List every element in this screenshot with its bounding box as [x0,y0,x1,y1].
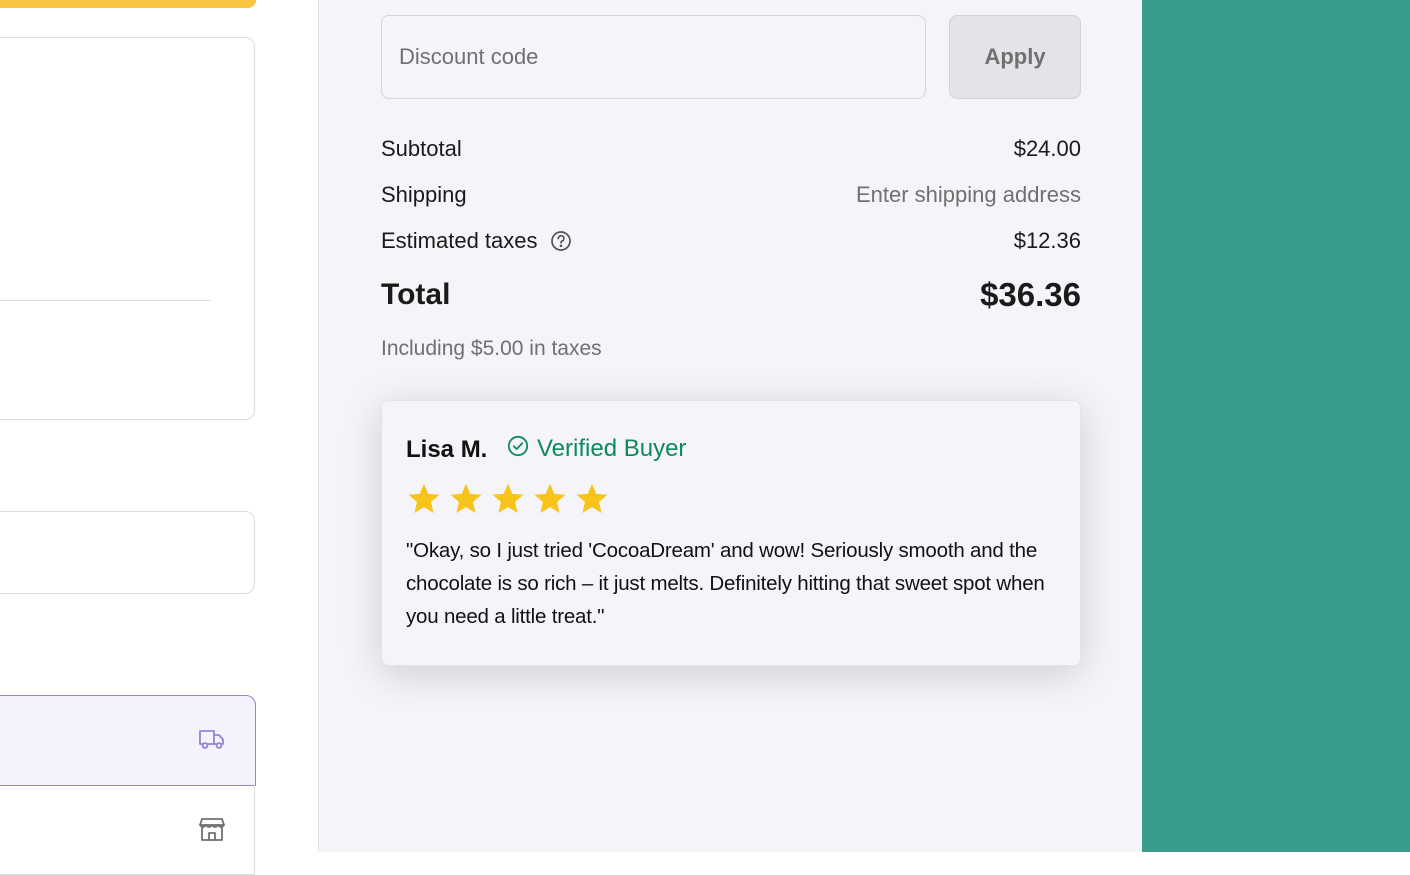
verified-label: Verified Buyer [537,435,687,462]
contact-delivery-panel [0,37,255,420]
store-icon [199,818,225,841]
address-field[interactable] [0,511,255,594]
tax-included-note: Including $5.00 in taxes [381,337,602,360]
star-icon [408,483,440,513]
reviewer-name: Lisa M. [406,436,488,463]
star-icon [576,483,608,513]
star-icon [450,483,482,513]
shipping-label: Shipping [381,182,467,207]
apply-discount-button[interactable]: Apply [949,15,1081,99]
order-summary: Apply Subtotal $24.00 Shipping Enter shi… [318,0,1142,852]
taxes-label-group: Estimated taxes [381,228,572,254]
truck-icon [199,730,224,749]
subtotal-row: Subtotal $24.00 [381,136,1081,162]
review-card: Lisa M. Verified Buyer "Okay, so I just … [381,400,1081,666]
total-row: Total $36.36 [381,276,1081,314]
panel-divider [0,300,211,301]
taxes-label: Estimated taxes [381,228,538,253]
shipping-value: Enter shipping address [855,182,1081,207]
subtotal-label: Subtotal [381,136,462,161]
express-checkout-button[interactable] [0,0,256,8]
discount-code-input[interactable] [381,15,926,99]
check-circle-icon [507,435,529,457]
star-rating [406,481,610,517]
review-text: "Okay, so I just tried 'CocoaDream' and … [406,539,1045,628]
question-circle-icon[interactable] [550,230,572,252]
subtotal-value: $24.00 [1013,136,1081,161]
total-value: $36.36 [980,276,1081,313]
shipping-row: Shipping Enter shipping address [381,182,1081,208]
total-label: Total [381,278,451,311]
verified-badge: Verified Buyer [507,435,686,463]
taxes-value: $12.36 [1013,228,1081,253]
checkout-form-column [0,0,318,875]
star-icon [534,483,566,513]
teal-background-panel [1142,0,1410,852]
star-icon [492,483,524,513]
taxes-row: Estimated taxes $12.36 [381,228,1081,254]
